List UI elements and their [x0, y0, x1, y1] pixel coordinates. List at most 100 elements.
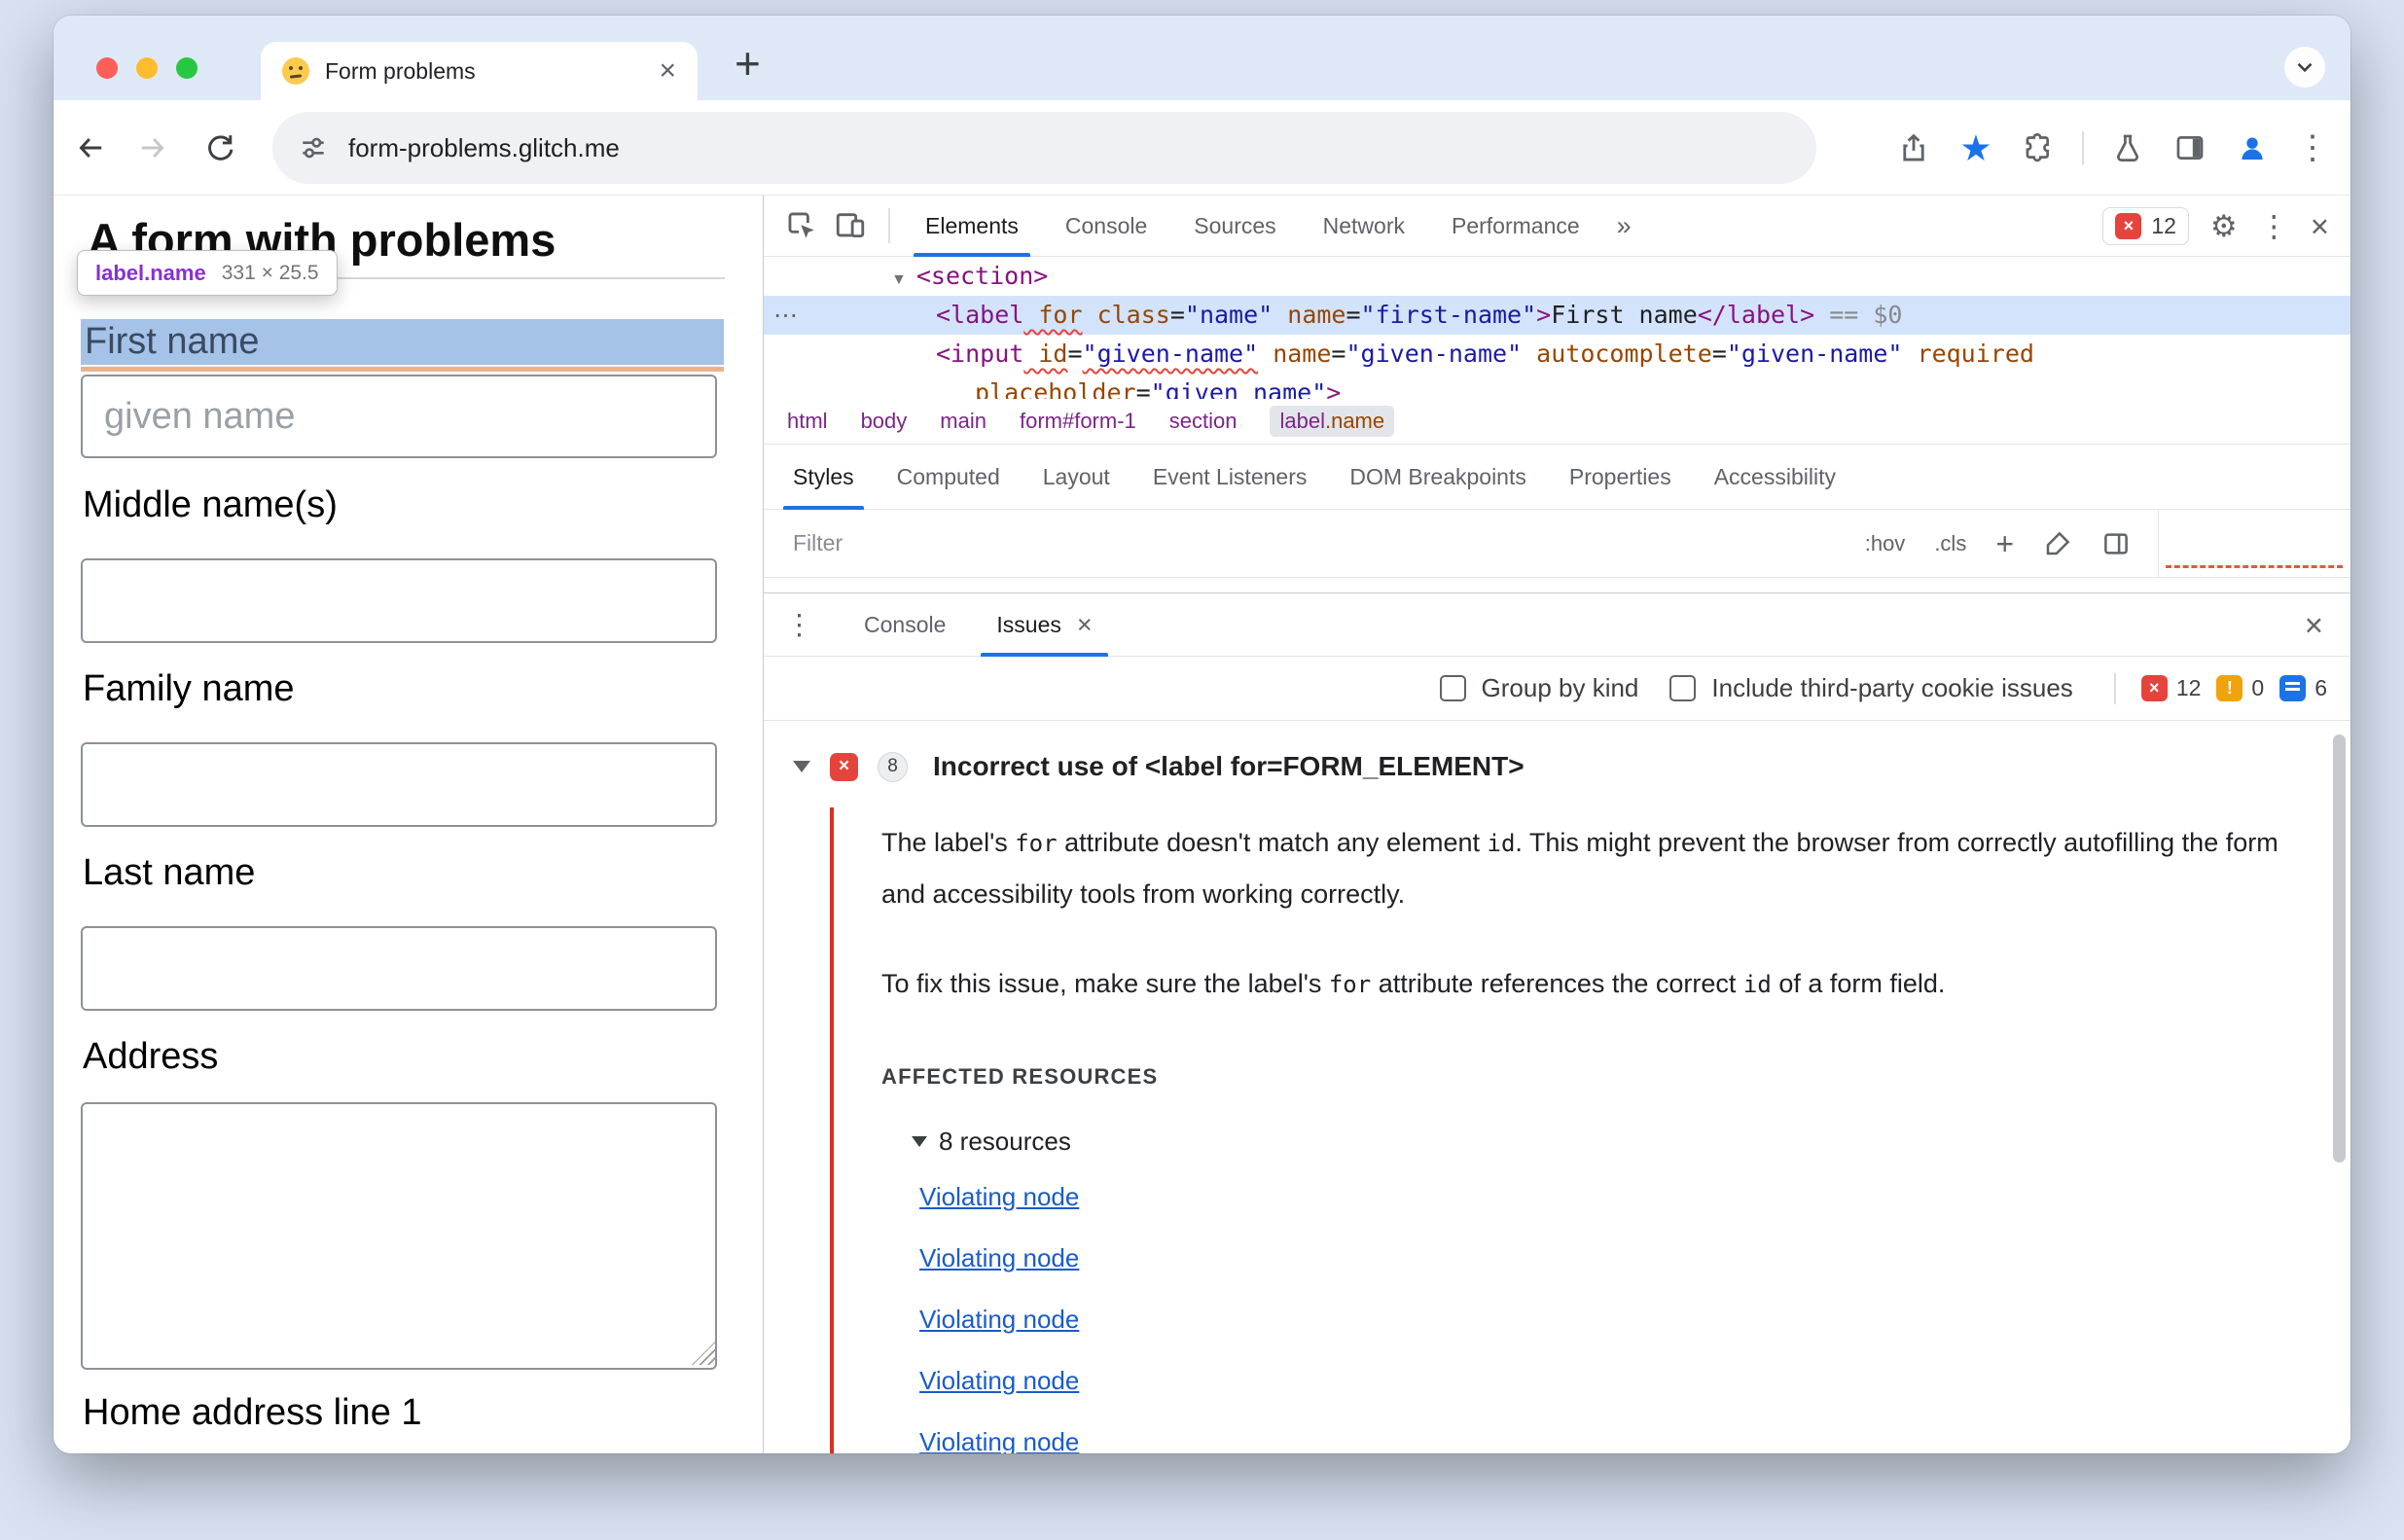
- breadcrumb-label-class: .name: [1324, 409, 1385, 433]
- minimize-window-button[interactable]: [136, 57, 158, 79]
- site-settings-tune-icon[interactable]: [298, 132, 329, 163]
- issue-header[interactable]: × 8 Incorrect use of <label for=FORM_ELE…: [793, 751, 1525, 782]
- breadcrumb-label-selected[interactable]: label .name: [1270, 406, 1395, 437]
- last-name-label: Last name: [83, 852, 256, 893]
- tab-layout[interactable]: Layout: [1022, 445, 1131, 510]
- reload-icon: [208, 135, 233, 161]
- drawer-tab-issues[interactable]: Issues ×: [971, 592, 1117, 657]
- tab-close-icon[interactable]: ×: [659, 56, 676, 86]
- issues-scrollbar[interactable]: [2333, 734, 2346, 1163]
- family-name-label: Family name: [83, 668, 295, 709]
- group-by-kind-checkbox[interactable]: [1439, 675, 1466, 701]
- bookmark-star-icon[interactable]: ★: [1957, 129, 1994, 166]
- address-bar[interactable]: form-problems.glitch.me: [272, 112, 1816, 184]
- drawer-tab-console[interactable]: Console: [839, 592, 971, 657]
- breadcrumb-section[interactable]: section: [1169, 409, 1238, 434]
- drawer-close-button[interactable]: ×: [2305, 609, 2350, 641]
- middle-name-input[interactable]: [81, 558, 717, 643]
- forward-arrow-icon: [141, 137, 164, 159]
- address-textarea[interactable]: [81, 1102, 717, 1370]
- dom-node-input[interactable]: <input id="given-name" name="given-name"…: [764, 335, 2350, 374]
- forward-button[interactable]: [135, 130, 170, 165]
- error-badge-icon: ×: [2140, 675, 2168, 701]
- devtools-tab-performance[interactable]: Performance: [1428, 196, 1603, 257]
- side-panel-button[interactable]: [2171, 129, 2208, 166]
- warning-count-badge: ! 0: [2216, 675, 2264, 701]
- code-id: id: [1487, 830, 1516, 857]
- share-button[interactable]: [1895, 129, 1932, 166]
- breadcrumb-main[interactable]: main: [940, 409, 987, 434]
- tab-properties[interactable]: Properties: [1548, 445, 1693, 510]
- devtools-tab-elements[interactable]: Elements: [902, 196, 1042, 257]
- code-for: for: [1015, 830, 1058, 857]
- issues-count-button[interactable]: × 12: [2102, 206, 2189, 245]
- dom-node-label-selected[interactable]: ⋯ <label for class="name" name="first-nam…: [764, 296, 2350, 335]
- drawer-menu-button[interactable]: ⋮: [785, 608, 813, 642]
- devtools-tab-network[interactable]: Network: [1300, 196, 1428, 257]
- devtools-tab-console[interactable]: Console: [1042, 196, 1170, 257]
- issue-expand-caret-icon[interactable]: [793, 761, 810, 772]
- first-name-input[interactable]: [81, 375, 717, 458]
- experiments-button[interactable]: [2109, 129, 2146, 166]
- profile-avatar[interactable]: [2234, 129, 2271, 166]
- violating-node-link[interactable]: Violating node: [919, 1305, 1079, 1334]
- settings-gear-icon[interactable]: ⚙: [2210, 211, 2238, 241]
- message-count-badge: 6: [2279, 675, 2327, 701]
- toggle-element-state-button[interactable]: :hov: [1865, 531, 1906, 556]
- breadcrumb-body[interactable]: body: [861, 409, 908, 434]
- devtools-tab-sources[interactable]: Sources: [1170, 196, 1299, 257]
- close-window-button[interactable]: [96, 57, 118, 79]
- node-more-actions-icon[interactable]: ⋯: [773, 296, 799, 335]
- reload-button[interactable]: [201, 130, 236, 165]
- tab-dom-breakpoints[interactable]: DOM Breakpoints: [1328, 445, 1548, 510]
- tab-strip: Form problems × +: [54, 16, 2350, 100]
- text: attribute references the correct: [1371, 969, 1743, 998]
- tag-section: <section>: [915, 262, 1049, 290]
- tab-styles[interactable]: Styles: [771, 445, 876, 510]
- tab-computed[interactable]: Computed: [876, 445, 1022, 510]
- more-tabs-button[interactable]: »: [1603, 211, 1645, 241]
- computed-sidebar-icon[interactable]: [2101, 529, 2131, 558]
- devtools-close-button[interactable]: ×: [2311, 210, 2329, 242]
- web-page-content: A form with problems label.name 331 × 25…: [54, 196, 763, 1453]
- tab-accessibility[interactable]: Accessibility: [1693, 445, 1857, 510]
- third-party-cookie-checkbox[interactable]: [1669, 675, 1697, 701]
- issues-tab-close-icon[interactable]: ×: [1077, 610, 1093, 640]
- violating-node-link[interactable]: Violating node: [919, 1243, 1079, 1272]
- violating-node-link[interactable]: Violating node: [919, 1427, 1079, 1453]
- issue-description-1: The label's for attribute doesn't match …: [881, 817, 2292, 919]
- breadcrumb-html[interactable]: html: [787, 409, 828, 434]
- breadcrumb-form[interactable]: form#form-1: [1020, 409, 1136, 434]
- error-count-badge: × 12: [2140, 675, 2201, 701]
- inspect-element-button[interactable]: [779, 203, 824, 248]
- url-text[interactable]: form-problems.glitch.me: [348, 133, 620, 163]
- browser-tab[interactable]: Form problems ×: [261, 42, 698, 100]
- expand-caret-icon[interactable]: ▼: [891, 271, 907, 288]
- zoom-window-button[interactable]: [176, 57, 197, 79]
- tab-search-button[interactable]: [2284, 47, 2325, 88]
- drawer-tab-issues-label: Issues: [996, 611, 1061, 637]
- new-tab-button[interactable]: +: [735, 37, 761, 90]
- back-button[interactable]: [73, 130, 108, 165]
- tab-event-listeners[interactable]: Event Listeners: [1131, 445, 1329, 510]
- violating-node-link[interactable]: Violating node: [919, 1366, 1079, 1395]
- violating-node-link[interactable]: Violating node: [919, 1182, 1079, 1211]
- last-name-input[interactable]: [81, 926, 717, 1011]
- dom-node-section[interactable]: ▼ <section>: [764, 257, 2350, 296]
- warning-badge-icon: !: [2216, 675, 2243, 701]
- dom-node-input-continued[interactable]: placeholder="given name">: [764, 374, 2350, 399]
- home-address-line1-label: Home address line 1: [83, 1392, 422, 1433]
- resources-toggle[interactable]: 8 resources: [912, 1127, 2292, 1157]
- styles-filter-input[interactable]: Filter: [764, 530, 843, 556]
- rendering-brush-icon[interactable]: [2043, 529, 2072, 558]
- extensions-button[interactable]: [2020, 129, 2057, 166]
- toolbar-divider: [2113, 672, 2116, 704]
- element-classes-button[interactable]: .cls: [1934, 531, 1966, 556]
- browser-menu-button[interactable]: ⋮: [2296, 128, 2329, 167]
- issue-error-icon: ×: [830, 752, 858, 781]
- new-style-rule-button[interactable]: +: [1995, 526, 2014, 562]
- family-name-input[interactable]: [81, 742, 717, 827]
- attr-for: for: [1023, 301, 1083, 329]
- device-toolbar-button[interactable]: [828, 203, 873, 248]
- devtools-menu-button[interactable]: ⋮: [2259, 211, 2289, 241]
